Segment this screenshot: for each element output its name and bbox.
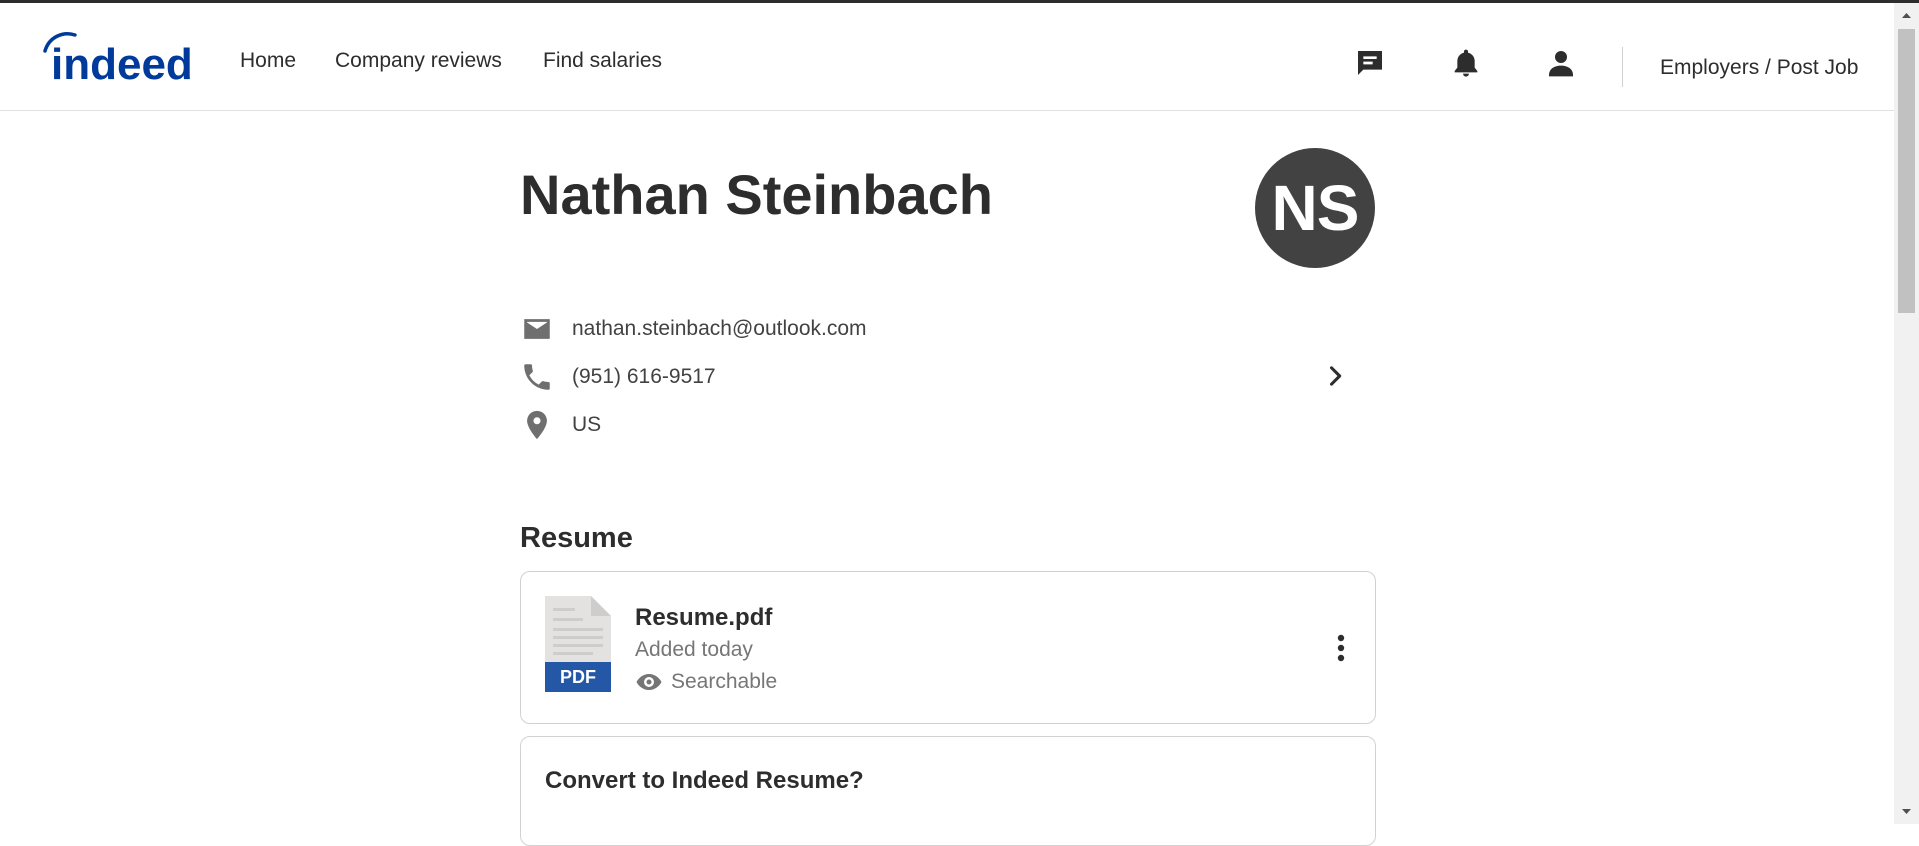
pdf-badge-label: PDF bbox=[560, 667, 596, 687]
scrollbar-thumb[interactable] bbox=[1898, 29, 1915, 313]
account-person-icon[interactable] bbox=[1545, 47, 1577, 79]
indeed-logo[interactable]: indeed bbox=[41, 29, 201, 89]
resume-file-card[interactable]: PDF Resume.pdf Added today Searchable bbox=[520, 571, 1376, 724]
scroll-up-arrow-icon[interactable] bbox=[1894, 5, 1919, 25]
location-pin-icon bbox=[520, 408, 554, 442]
resume-section-title: Resume bbox=[520, 522, 633, 554]
indeed-logo-graphic: indeed bbox=[43, 32, 193, 89]
resume-added-date: Added today bbox=[635, 638, 753, 661]
contact-phone: (951) 616-9517 bbox=[572, 365, 716, 388]
contact-location: US bbox=[572, 413, 602, 436]
nav-company-reviews[interactable]: Company reviews bbox=[335, 49, 502, 73]
chevron-right-icon[interactable] bbox=[1321, 362, 1349, 390]
resume-visibility-label: Searchable bbox=[671, 670, 778, 693]
site-header: indeed Home Company reviews Find salarie… bbox=[0, 3, 1894, 111]
nav-home[interactable]: Home bbox=[240, 49, 296, 73]
more-options-kebab-icon[interactable] bbox=[1327, 630, 1355, 666]
avatar[interactable]: NS bbox=[1255, 148, 1375, 268]
vertical-scrollbar[interactable] bbox=[1894, 3, 1919, 824]
header-divider bbox=[1622, 47, 1623, 87]
employers-post-job-link[interactable]: Employers / Post Job bbox=[1660, 56, 1858, 80]
mail-icon bbox=[520, 312, 554, 346]
convert-resume-title: Convert to Indeed Resume? bbox=[545, 767, 864, 794]
eye-icon bbox=[635, 670, 663, 694]
notifications-bell-icon[interactable] bbox=[1450, 47, 1482, 79]
convert-resume-card: Convert to Indeed Resume? bbox=[520, 736, 1376, 846]
messages-icon[interactable] bbox=[1354, 47, 1386, 79]
pdf-file-icon: PDF bbox=[545, 596, 611, 692]
phone-icon bbox=[520, 360, 554, 394]
profile-name: Nathan Steinbach bbox=[520, 163, 993, 226]
contact-email: nathan.steinbach@outlook.com bbox=[572, 317, 867, 340]
scroll-down-arrow-icon[interactable] bbox=[1894, 802, 1919, 822]
resume-file-name[interactable]: Resume.pdf bbox=[635, 604, 772, 632]
nav-find-salaries[interactable]: Find salaries bbox=[543, 49, 662, 73]
logo-text: indeed bbox=[51, 40, 193, 89]
